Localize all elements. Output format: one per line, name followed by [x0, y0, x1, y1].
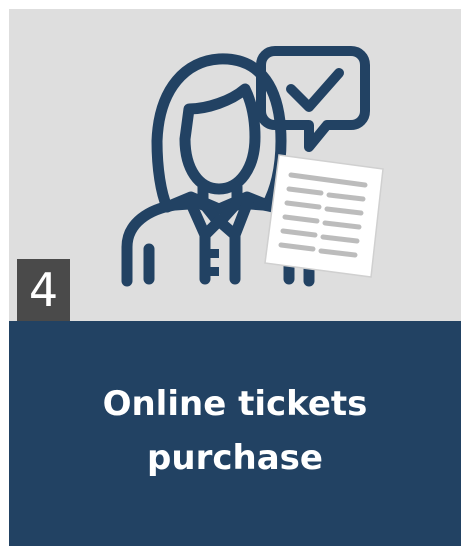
step-number-badge: 4	[17, 259, 70, 321]
illustration-panel: 4	[9, 9, 461, 321]
step-title: Online tickets purchase	[102, 383, 368, 478]
step-card: 4 Online tickets purchase	[9, 9, 461, 546]
title-panel: Online tickets purchase	[9, 321, 461, 546]
illustration	[121, 46, 384, 287]
jacket-buttons	[210, 249, 219, 276]
document-icon	[264, 154, 384, 278]
